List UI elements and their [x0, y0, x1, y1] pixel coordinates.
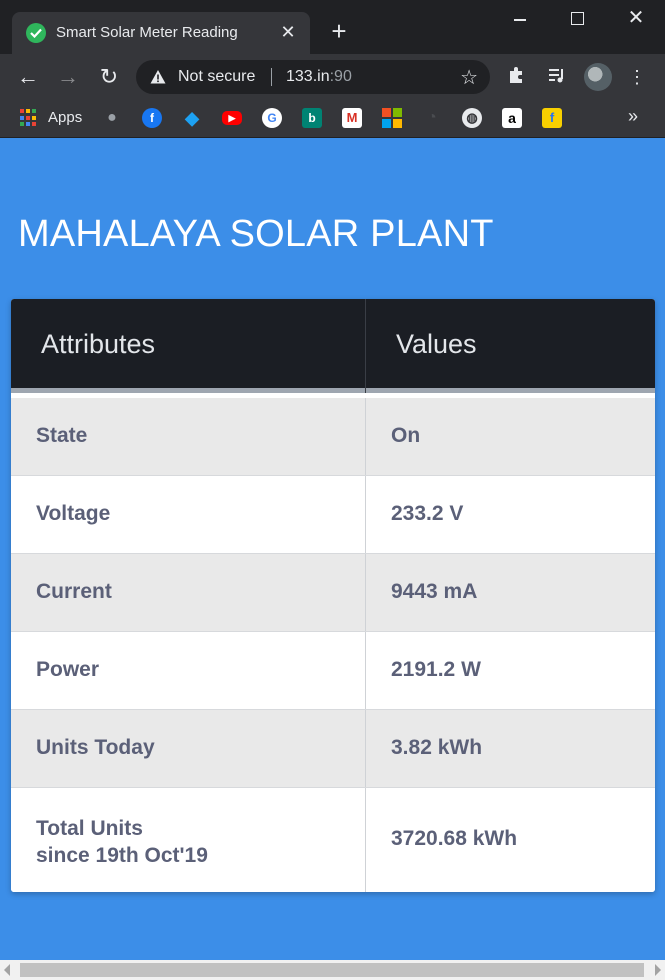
bookmarks-bar: Apps ● f ◆ ▶ G b M ◔ ◍ a f » [0, 100, 665, 138]
facebook-icon[interactable]: f [142, 108, 162, 128]
amazon-icon[interactable]: a [502, 108, 522, 128]
table-row: Units Today 3.82 kWh [11, 710, 655, 788]
microsoft-icon[interactable] [382, 108, 402, 128]
url-host: 133.in [286, 68, 330, 85]
table-row: Voltage 233.2 V [11, 476, 655, 554]
checkmark-icon [26, 23, 46, 43]
bing-icon[interactable]: b [302, 108, 322, 128]
more-menu-icon[interactable]: ⋮ [625, 65, 649, 89]
apps-grid-icon[interactable] [20, 109, 38, 127]
row-value: 3720.68 kWh [391, 827, 518, 850]
browser-toolbar: ← → ↻ Not secure 133.in:90 ☆ ⋮ [0, 54, 665, 100]
page-content: MAHALAYA SOLAR PLANT Attributes Values S… [0, 139, 665, 960]
table-row: State On [11, 398, 655, 476]
header-attributes: Attributes [41, 329, 156, 359]
address-bar[interactable]: Not secure 133.in:90 ☆ [136, 60, 490, 94]
scroll-right-icon[interactable] [655, 964, 661, 976]
row-attribute: Current [36, 580, 112, 603]
reload-icon[interactable]: ↻ [95, 63, 123, 91]
browser-titlebar: Smart Solar Meter Reading ✕ + ✕ [0, 0, 665, 54]
new-tab-button[interactable]: + [326, 18, 352, 44]
window-close-button[interactable]: ✕ [624, 6, 648, 30]
row-value: On [391, 424, 421, 447]
header-values: Values [396, 329, 477, 359]
apps-label[interactable]: Apps [48, 109, 82, 126]
bookmarks-overflow-icon[interactable]: » [628, 106, 638, 127]
not-secure-label[interactable]: Not secure [178, 68, 255, 86]
horizontal-scrollbar[interactable] [0, 960, 665, 980]
minimize-button[interactable] [514, 18, 530, 21]
row-attribute: Total Units since 19th Oct'19 [36, 815, 208, 869]
browser-tab[interactable]: Smart Solar Meter Reading ✕ [12, 12, 310, 54]
table-row: Current 9443 mA [11, 554, 655, 632]
row-value: 3.82 kWh [391, 736, 483, 759]
table-row: Total Units since 19th Oct'19 3720.68 kWh [11, 788, 655, 892]
row-attribute: Power [36, 658, 100, 681]
globe-icon[interactable]: ◍ [462, 108, 482, 128]
speedometer-icon[interactable]: ◔ [422, 108, 442, 128]
media-control-icon[interactable] [545, 65, 569, 89]
row-attribute-line1: Total Units [36, 817, 143, 840]
readings-table: Attributes Values State On Voltage 233.2… [11, 299, 655, 892]
cell-divider [365, 476, 366, 553]
row-value: 2191.2 W [391, 658, 481, 681]
gmail-icon[interactable]: M [342, 108, 362, 128]
flipkart-icon[interactable]: f [542, 108, 562, 128]
extensions-puzzle-icon[interactable] [505, 65, 529, 89]
page-title: MAHALAYA SOLAR PLANT [18, 213, 494, 255]
row-attribute: State [36, 424, 88, 447]
maximize-button[interactable] [571, 12, 584, 25]
row-value: 9443 mA [391, 580, 478, 603]
cell-divider [365, 710, 366, 787]
row-attribute: Voltage [36, 502, 111, 525]
address-separator [271, 68, 272, 86]
row-attribute-line2: since 19th Oct'19 [36, 844, 208, 867]
twitter-icon[interactable]: ◆ [182, 108, 202, 128]
forward-arrow-icon[interactable]: → [54, 63, 82, 91]
row-attribute: Units Today [36, 736, 155, 759]
table-row: Power 2191.2 W [11, 632, 655, 710]
tab-close-icon[interactable]: ✕ [276, 20, 300, 44]
header-divider [365, 299, 366, 393]
cell-divider [365, 398, 366, 475]
apple-icon[interactable]: ● [102, 108, 122, 128]
youtube-icon[interactable]: ▶ [222, 111, 242, 125]
cell-divider [365, 554, 366, 631]
url-port: :90 [329, 68, 352, 85]
row-value: 233.2 V [391, 502, 464, 525]
url-text[interactable]: 133.in:90 [286, 68, 352, 86]
profile-avatar[interactable] [584, 63, 612, 91]
scroll-left-icon[interactable] [4, 964, 10, 976]
table-header: Attributes Values [11, 299, 655, 393]
scrollbar-thumb[interactable] [20, 963, 644, 977]
cell-divider [365, 632, 366, 709]
tab-title: Smart Solar Meter Reading [56, 24, 238, 41]
bookmark-star-icon[interactable]: ☆ [460, 65, 478, 90]
google-icon[interactable]: G [262, 108, 282, 128]
back-arrow-icon[interactable]: ← [14, 63, 42, 91]
warning-icon [150, 70, 166, 84]
cell-divider [365, 788, 366, 892]
